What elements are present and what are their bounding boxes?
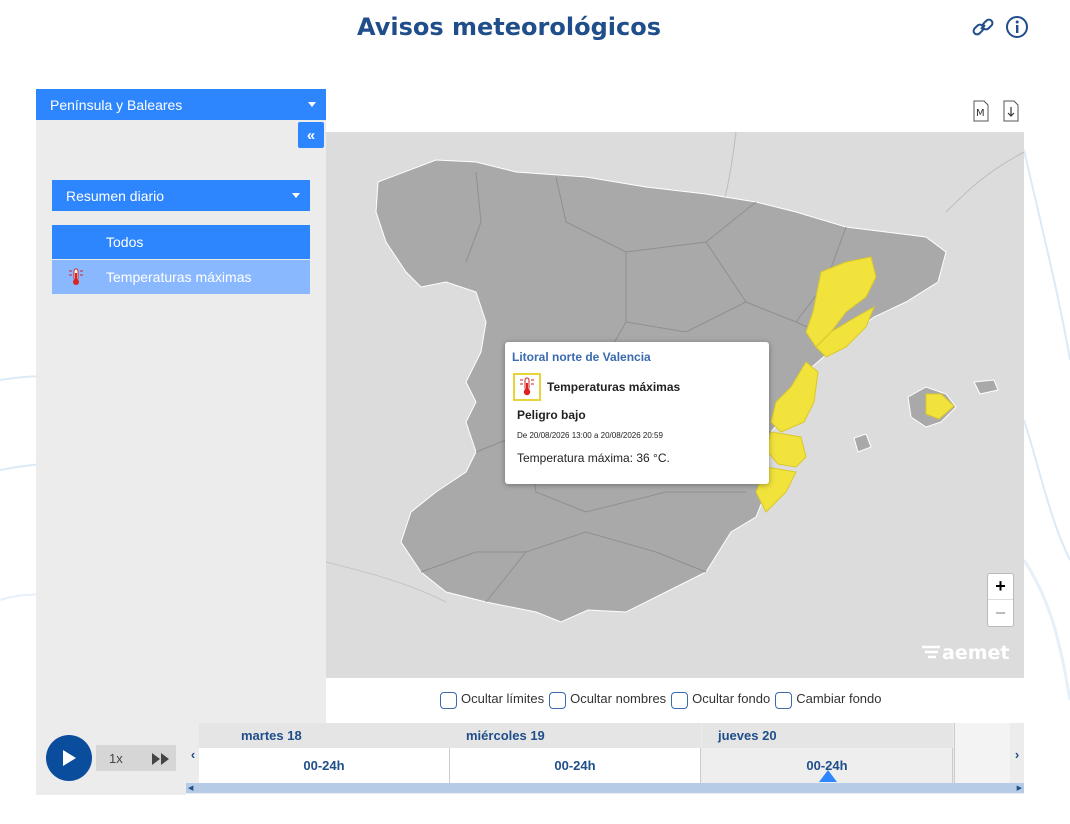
logo-text: aemet [942, 642, 1010, 664]
collapse-sidebar-button[interactable]: « [298, 122, 324, 148]
option-label: Ocultar límites [461, 691, 545, 706]
filter-label: Todos [106, 234, 144, 250]
warning-zone-valencia-sur [765, 431, 807, 468]
option-ocultar-limites[interactable]: Ocultar límites [440, 688, 544, 709]
header-icons [970, 14, 1030, 40]
timeline-prev-button[interactable]: ‹ [187, 747, 199, 762]
timeline-spacer [954, 723, 1010, 783]
popup-warning-type: Temperaturas máximas [547, 380, 681, 394]
play-icon [63, 750, 76, 766]
timeline-next-button[interactable]: › [1011, 747, 1023, 762]
page-title: Avisos meteorológicos [357, 13, 661, 41]
zoom-in-button[interactable]: + [988, 574, 1013, 600]
timeline-day-miercoles: miércoles 19 [450, 723, 701, 748]
timeline-day-martes: martes 18 [199, 723, 450, 748]
popup-zone-name: Litoral norte de Valencia [512, 350, 651, 364]
chevron-down-icon [292, 193, 300, 198]
mallorca-warning [925, 393, 955, 420]
map-m-icon[interactable]: M [972, 100, 990, 122]
popup-time-range: De 20/08/2026 13:00 a 20/08/2026 20:59 [517, 431, 663, 440]
timeline-slot-miercoles[interactable]: 00-24h [450, 748, 701, 783]
ibiza [853, 433, 872, 453]
thermometer-icon [513, 373, 541, 401]
checkbox[interactable] [440, 692, 457, 709]
option-label: Cambiar fondo [796, 691, 882, 706]
option-ocultar-fondo[interactable]: Ocultar fondo [671, 688, 770, 709]
checkbox[interactable] [549, 692, 567, 709]
menorca [973, 379, 999, 395]
checkbox[interactable] [775, 692, 793, 709]
region-select[interactable]: Península y Baleares [36, 89, 326, 120]
download-icon[interactable] [1002, 100, 1020, 122]
map-tools: M [972, 100, 1020, 122]
timeline-slot-martes[interactable]: 00-24h [199, 748, 450, 783]
filter-label: Temperaturas máximas [106, 269, 252, 285]
checkbox[interactable] [671, 692, 689, 709]
speed-label: 1x [109, 751, 123, 766]
zoom-control: + − [987, 573, 1014, 627]
aemet-logo: aemet [920, 642, 1009, 664]
option-cambiar-fondo[interactable]: Cambiar fondo [775, 688, 882, 709]
scroll-right-icon[interactable]: ▶ [1017, 784, 1022, 792]
summary-select-label: Resumen diario [66, 187, 165, 204]
timeline-scrollbar[interactable]: ◀ ▶ [186, 783, 1024, 793]
thermometer-icon [68, 268, 84, 289]
link-icon[interactable] [970, 14, 996, 40]
popup-warning-level: Peligro bajo [517, 408, 586, 422]
zoom-out-button[interactable]: − [988, 600, 1013, 626]
fast-forward-icon[interactable] [151, 752, 171, 771]
scroll-left-icon[interactable]: ◀ [188, 784, 193, 792]
option-ocultar-nombres[interactable]: Ocultar nombres [549, 688, 666, 709]
filter-item-temperaturas-maximas[interactable]: Temperaturas máximas [52, 260, 310, 294]
option-label: Ocultar nombres [570, 691, 667, 706]
region-select-label: Península y Baleares [50, 96, 183, 113]
chevron-down-icon [308, 102, 316, 107]
popup-detail: Temperatura máxima: 36 °C. [517, 451, 670, 465]
info-icon[interactable] [1004, 14, 1030, 40]
svg-text:M: M [976, 108, 985, 119]
timeline-day-jueves: jueves 20 [702, 723, 953, 748]
play-button[interactable] [46, 735, 92, 781]
map-options: Ocultar límites Ocultar nombres Ocultar … [440, 688, 882, 709]
option-label: Ocultar fondo [692, 691, 771, 706]
summary-select[interactable]: Resumen diario [52, 180, 310, 211]
warning-popup: Litoral norte de Valencia Temperaturas m… [505, 342, 769, 484]
filter-item-todos[interactable]: Todos [52, 225, 310, 259]
timeline-current-marker [819, 770, 837, 782]
